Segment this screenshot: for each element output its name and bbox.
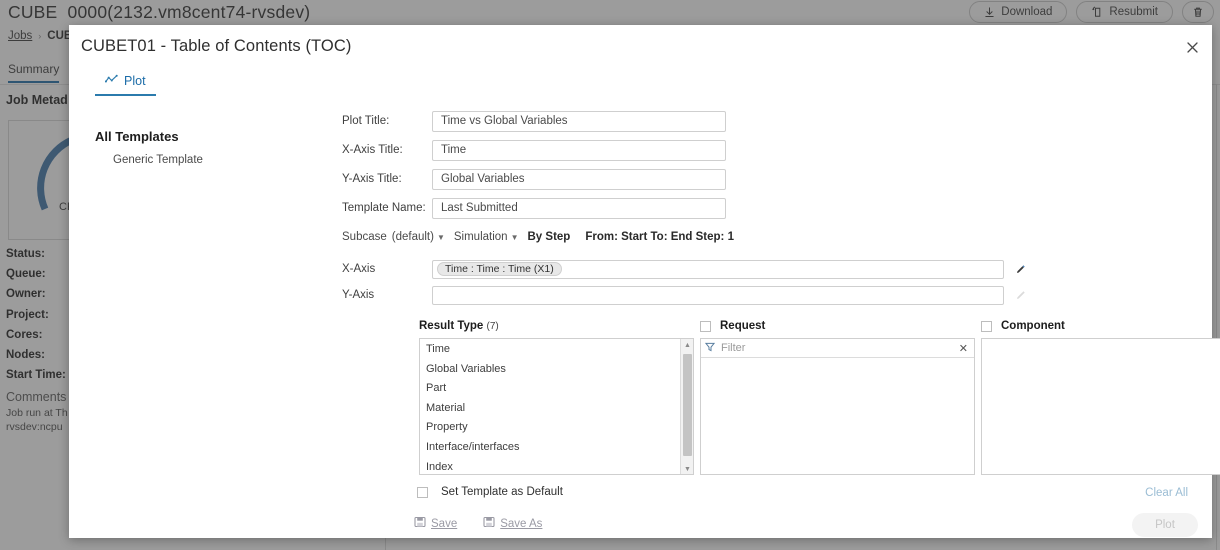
request-filter-clear-icon[interactable]: ✕ <box>959 342 970 355</box>
x-axis-field[interactable]: Time : Time : Time (X1) <box>432 259 1004 279</box>
tab-plot-label: Plot <box>124 74 146 88</box>
x-axis-title-input[interactable] <box>432 139 726 161</box>
panel-bodies: Time Global Variables Part Material Prop… <box>419 338 1220 475</box>
plot-title-input[interactable] <box>432 110 726 132</box>
subcase-dropdown-simulation[interactable]: Simulation <box>454 231 508 243</box>
scroll-down-icon[interactable]: ▼ <box>681 463 693 474</box>
plot-form: Plot Title: X-Axis Title: Y-Axis Title: … <box>342 109 1202 310</box>
field-row-plot-title: Plot Title: <box>342 109 1202 133</box>
tab-plot[interactable]: Plot <box>95 72 156 96</box>
result-type-title: Result Type <box>419 320 484 332</box>
x-axis-title-label: X-Axis Title: <box>342 144 403 156</box>
close-icon[interactable] <box>1182 37 1202 57</box>
template-name-label: Template Name: <box>342 202 426 214</box>
request-filter-input[interactable]: Filter <box>721 342 953 354</box>
templates-heading: All Templates <box>95 129 179 144</box>
scroll-up-icon[interactable]: ▲ <box>681 339 693 352</box>
floppy-icon <box>414 516 426 531</box>
result-type-scrollbar[interactable]: ▲ ▼ <box>680 339 693 474</box>
template-item-generic[interactable]: Generic Template <box>113 154 375 166</box>
save-button[interactable]: Save <box>414 516 457 531</box>
save-actions: Save Save As <box>414 516 542 531</box>
subcase-dropdown-default[interactable]: (default) <box>392 231 434 243</box>
field-row-x-axis-title: X-Axis Title: <box>342 138 1202 162</box>
toc-modal: CUBET01 - Table of Contents (TOC) Plot A… <box>69 25 1220 538</box>
result-type-header: Result Type (7) <box>419 320 700 332</box>
save-as-button-label: Save As <box>500 517 543 530</box>
floppy-icon-2 <box>483 516 495 531</box>
x-axis-chip[interactable]: Time : Time : Time (X1) <box>437 262 562 276</box>
panel-headers: Result Type (7) Request Component <box>419 320 1220 332</box>
clear-all-button[interactable]: Clear All <box>1145 487 1188 499</box>
x-axis-label: X-Axis <box>342 263 376 275</box>
field-row-y-axis-title: Y-Axis Title: <box>342 167 1202 191</box>
result-type-items: Time Global Variables Part Material Prop… <box>420 339 693 474</box>
set-template-default-label: Set Template as Default <box>441 486 563 498</box>
component-title: Component <box>1001 320 1065 332</box>
list-item[interactable]: Interface/interfaces <box>420 438 693 458</box>
component-listbox[interactable] <box>981 338 1220 475</box>
result-type-count: (7) <box>486 321 499 332</box>
field-row-template-name: Template Name: <box>342 196 1202 220</box>
list-item[interactable]: Time <box>420 340 693 360</box>
plot-icon <box>104 74 118 88</box>
component-header: Component <box>981 320 1220 332</box>
request-header: Request <box>700 320 981 332</box>
template-name-input[interactable] <box>432 197 726 219</box>
list-item[interactable]: Material <box>420 399 693 419</box>
modal-title: CUBET01 - Table of Contents (TOC) <box>81 37 352 55</box>
funnel-icon <box>704 339 716 357</box>
list-item[interactable]: Part <box>420 379 693 399</box>
request-title: Request <box>720 320 766 332</box>
scrollbar-thumb[interactable] <box>683 354 692 456</box>
pencil-icon-y[interactable] <box>1015 290 1026 301</box>
list-item[interactable]: Property <box>420 418 693 438</box>
result-type-listbox[interactable]: Time Global Variables Part Material Prop… <box>419 338 694 475</box>
list-item[interactable]: Index <box>420 458 693 474</box>
save-as-button[interactable]: Save As <box>483 516 542 531</box>
component-checkbox[interactable] <box>981 320 992 332</box>
subcase-row: Subcase (default) ▼ Simulation ▼ By Step… <box>342 228 1202 246</box>
plot-title-label: Plot Title: <box>342 115 390 127</box>
set-template-default-checkbox[interactable] <box>417 486 428 498</box>
set-default-row: Set Template as Default <box>417 486 563 498</box>
list-item[interactable]: Global Variables <box>420 360 693 380</box>
pencil-icon-x[interactable] <box>1015 264 1026 275</box>
y-axis-label: Y-Axis <box>342 289 375 301</box>
y-axis-title-label: Y-Axis Title: <box>342 173 402 185</box>
templates-panel: All Templates Generic Template <box>95 129 375 166</box>
modal-tabbar: Plot <box>95 72 156 96</box>
selection-panels: Result Type (7) Request Component Time G… <box>419 320 1220 475</box>
y-axis-row: Y-Axis <box>342 284 1202 306</box>
y-axis-field[interactable] <box>432 285 1004 305</box>
x-axis-row: X-Axis Time : Time : Time (X1) <box>342 258 1202 280</box>
subcase-label: Subcase <box>342 231 387 243</box>
chevron-down-icon-2[interactable]: ▼ <box>511 233 519 242</box>
chevron-down-icon-1[interactable]: ▼ <box>437 233 445 242</box>
y-axis-title-input[interactable] <box>432 168 726 190</box>
plot-button[interactable]: Plot <box>1132 513 1198 537</box>
subcase-mode: By Step <box>527 231 571 243</box>
save-button-label: Save <box>431 517 458 530</box>
subcase-range: From: Start To: End Step: 1 <box>585 231 734 243</box>
request-listbox[interactable]: Filter ✕ <box>700 338 975 475</box>
request-checkbox[interactable] <box>700 320 711 332</box>
request-filter-bar: Filter ✕ <box>701 339 974 358</box>
